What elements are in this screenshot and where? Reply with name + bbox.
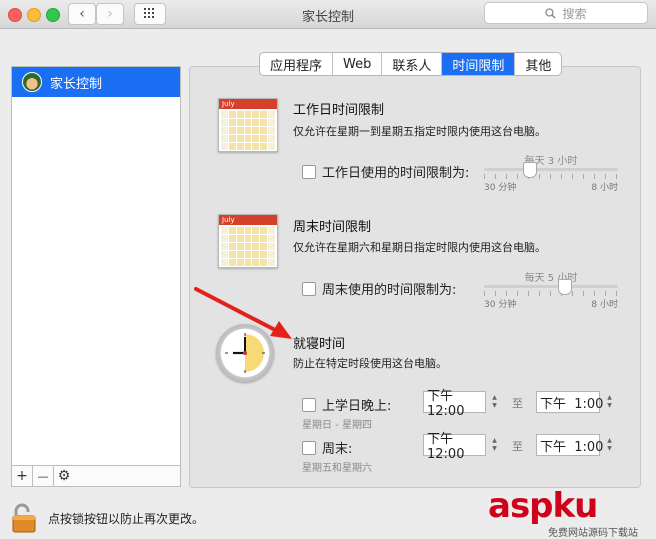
weekday-limit-description: 仅允许在星期一到星期五指定时限内使用这台电脑。: [293, 125, 546, 138]
title-bar: ‹ › 家长控制 搜索: [0, 0, 656, 29]
chevron-right-icon: ›: [107, 6, 113, 22]
gear-icon: ⚙: [57, 468, 71, 484]
weekday-limit-checkbox-row[interactable]: 工作日使用的时间限制为:: [302, 162, 469, 181]
weekday-limit-heading: 工作日时间限制: [293, 103, 385, 118]
lock-area[interactable]: 点按锁按钮以防止再次更改。: [12, 503, 204, 533]
calendar-grid: [219, 109, 277, 152]
minus-icon: —: [37, 469, 49, 483]
user-list: 家长控制: [11, 66, 181, 466]
calendar-grid: [219, 225, 277, 268]
bedtime-description: 防止在特定时段使用这台电脑。: [293, 357, 447, 370]
school-nights-start-time[interactable]: 下午12:00: [423, 389, 486, 419]
weekend-start-stepper[interactable]: ▲ ▼: [489, 435, 500, 455]
school-nights-end-stepper[interactable]: ▲ ▼: [604, 392, 615, 412]
school-nights-label: 上学日晚上:: [322, 399, 392, 414]
tab-web[interactable]: Web: [333, 53, 383, 75]
slider-min-label: 30 分钟: [484, 183, 517, 193]
school-nights-checkbox-row[interactable]: 上学日晚上:: [302, 395, 391, 414]
weekend-bedtime-label: 周末:: [322, 442, 353, 457]
tab-contacts[interactable]: 联系人: [382, 53, 443, 75]
calendar-icon: July: [218, 98, 278, 152]
slider-min-label: 30 分钟: [484, 300, 517, 310]
to-label: 至: [512, 397, 523, 410]
search-placeholder: 搜索: [562, 6, 587, 21]
weekend-end-time[interactable]: 下午 1:00: [536, 434, 603, 456]
settings-menu-button[interactable]: ⚙: [53, 465, 75, 487]
weekend-bedtime-days: 星期五和星期六: [302, 463, 372, 474]
weekend-bedtime-checkbox-row[interactable]: 周末:: [302, 438, 352, 457]
site-watermark: aspku: [488, 486, 598, 526]
grid-icon: [144, 8, 154, 18]
weekend-limit-checkbox-row[interactable]: 周末使用的时间限制为:: [302, 279, 456, 298]
clock-face: [225, 333, 265, 373]
chevron-left-icon: ‹: [79, 6, 85, 22]
school-nights-checkbox[interactable]: [302, 397, 316, 412]
weekend-limit-checkbox-label: 周末使用的时间限制为:: [322, 283, 457, 298]
calendar-icon: July: [218, 214, 278, 268]
toolbar-filler: [74, 465, 181, 487]
plus-icon: +: [16, 468, 28, 484]
add-user-button[interactable]: +: [11, 465, 33, 487]
remove-user-button[interactable]: —: [32, 465, 54, 487]
avatar: [22, 72, 42, 92]
weekday-limit-checkbox-label: 工作日使用的时间限制为:: [322, 166, 470, 181]
weekend-end-stepper[interactable]: ▲ ▼: [604, 435, 615, 455]
weekday-slider-value: 每天 3 小时: [524, 156, 578, 167]
sidebar-item-parental-controls[interactable]: 家长控制: [12, 67, 180, 97]
slider-track: [484, 168, 618, 171]
search-icon: [545, 7, 557, 19]
weekday-limit-checkbox[interactable]: [302, 164, 316, 179]
minimize-window-button[interactable]: [27, 8, 41, 22]
weekend-limit-heading: 周末时间限制: [293, 220, 372, 235]
weekend-start-time[interactable]: 下午12:00: [423, 432, 486, 462]
to-label: 至: [512, 440, 523, 453]
slider-thumb[interactable]: [558, 279, 573, 295]
calendar-month: July: [219, 99, 277, 109]
slider-thumb[interactable]: [522, 162, 537, 178]
school-nights-days: 星期日 - 星期四: [302, 420, 372, 431]
slider-ticks: [484, 174, 618, 179]
slider-track: [484, 285, 618, 288]
clock-icon: [216, 324, 274, 382]
tab-other[interactable]: 其他: [515, 53, 561, 75]
forward-button[interactable]: ›: [96, 3, 124, 25]
tab-apps[interactable]: 应用程序: [260, 53, 334, 75]
weekend-limit-checkbox[interactable]: [302, 281, 316, 296]
show-all-button[interactable]: [134, 3, 166, 25]
slider-ticks: [484, 291, 618, 296]
zoom-window-button[interactable]: [46, 8, 60, 22]
lock-hint-text: 点按锁按钮以防止再次更改。: [48, 511, 205, 526]
tab-bar: 应用程序 Web 联系人 时间限制 其他: [259, 52, 563, 76]
site-watermark-subtitle: 免费网站源码下载站: [548, 528, 638, 539]
back-button[interactable]: ‹: [68, 3, 96, 25]
slider-max-label: 8 小时: [591, 183, 618, 193]
weekday-hours-slider[interactable]: 每天 3 小时 30 分钟 8 小时: [484, 152, 618, 193]
sidebar-item-label: 家长控制: [50, 76, 103, 92]
bedtime-heading: 就寝时间: [293, 337, 346, 352]
calendar-month: July: [219, 215, 277, 225]
school-nights-end-time[interactable]: 下午 1:00: [536, 391, 603, 413]
weekend-limit-description: 仅允许在星期六和星期日指定时限内使用这台电脑。: [293, 241, 546, 254]
weekend-bedtime-checkbox[interactable]: [302, 440, 316, 455]
close-window-button[interactable]: [8, 8, 22, 22]
weekend-slider-value: 每天 5 小时: [524, 273, 578, 284]
tab-time-limits[interactable]: 时间限制: [442, 53, 516, 75]
school-nights-start-stepper[interactable]: ▲ ▼: [489, 392, 500, 412]
slider-max-label: 8 小时: [591, 300, 618, 310]
search-input[interactable]: 搜索: [484, 2, 648, 24]
sidebar-toolbar: + — ⚙: [11, 465, 181, 487]
weekend-hours-slider[interactable]: 每天 5 小时 30 分钟 8 小时: [484, 269, 618, 310]
lock-open-icon[interactable]: [12, 503, 38, 533]
